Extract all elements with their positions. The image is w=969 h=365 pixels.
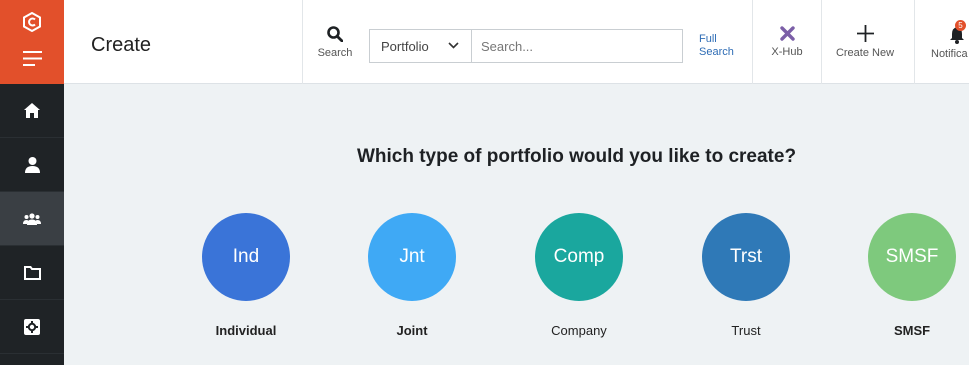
app-logo-icon[interactable] [22,12,42,32]
plus-icon [856,25,874,42]
option-circle: Comp [535,213,623,301]
portfolio-option-smsf[interactable]: SMSF SMSF [852,213,969,343]
option-label: Trust [731,323,761,338]
page-title: Create [91,34,152,56]
xhub-icon [779,26,795,41]
home-icon [24,103,40,118]
header-divider [914,0,915,84]
search-input[interactable] [471,29,683,63]
notification-bell-wrap: 5 [950,19,969,44]
portfolio-type-select[interactable]: Portfolio [369,29,472,63]
option-label: Company [551,323,607,338]
header-divider [821,0,822,84]
search-button[interactable]: Search [314,0,356,84]
create-new-label: Create New [835,47,895,59]
full-search-line2: Search [699,46,734,58]
header-divider [302,0,303,84]
sidebar-item-group[interactable] [0,192,64,246]
sidebar-item-folder[interactable] [0,246,64,300]
create-new-button[interactable]: Create New [830,0,900,84]
portfolio-option-individual[interactable]: Ind Individual [186,213,306,343]
portfolio-option-joint[interactable]: Jnt Joint [352,213,472,343]
portfolio-type-question: Which type of portfolio would you like t… [356,146,797,167]
group-icon [23,212,41,225]
header-divider [752,0,753,84]
search-button-label: Search [317,46,353,59]
option-circle: Ind [202,213,290,301]
hamburger-menu-icon[interactable] [23,51,42,66]
folder-icon [23,265,41,280]
xhub-label: X-Hub [771,46,803,58]
settings-icon [24,318,40,335]
sidebar-item-home[interactable] [0,84,64,138]
portfolio-select-value: Portfolio [381,38,429,54]
full-search-link[interactable]: Full Search [699,33,734,59]
portfolio-option-company[interactable]: Comp Company [519,213,639,343]
full-search-line1: Full [699,33,717,45]
option-label: SMSF [893,323,931,338]
top-header: Create Search Portfolio Full Search X-Hu… [64,0,969,84]
portfolio-option-trust[interactable]: Trst Trust [686,213,806,343]
option-circle: SMSF [868,213,956,301]
notifications-label: Notifica [931,47,968,60]
notifications-button[interactable]: 5 Notifica [926,0,969,84]
search-icon [327,25,343,42]
option-label: Individual [215,323,277,338]
xhub-button[interactable]: X-Hub [764,0,810,84]
sidebar-item-settings[interactable] [0,300,64,354]
option-label: Joint [396,323,428,338]
sidebar [0,0,64,365]
notification-badge: 5 [955,19,966,31]
chevron-down-icon [448,42,459,49]
brand-block [0,0,64,84]
option-circle: Jnt [368,213,456,301]
option-circle: Trst [702,213,790,301]
